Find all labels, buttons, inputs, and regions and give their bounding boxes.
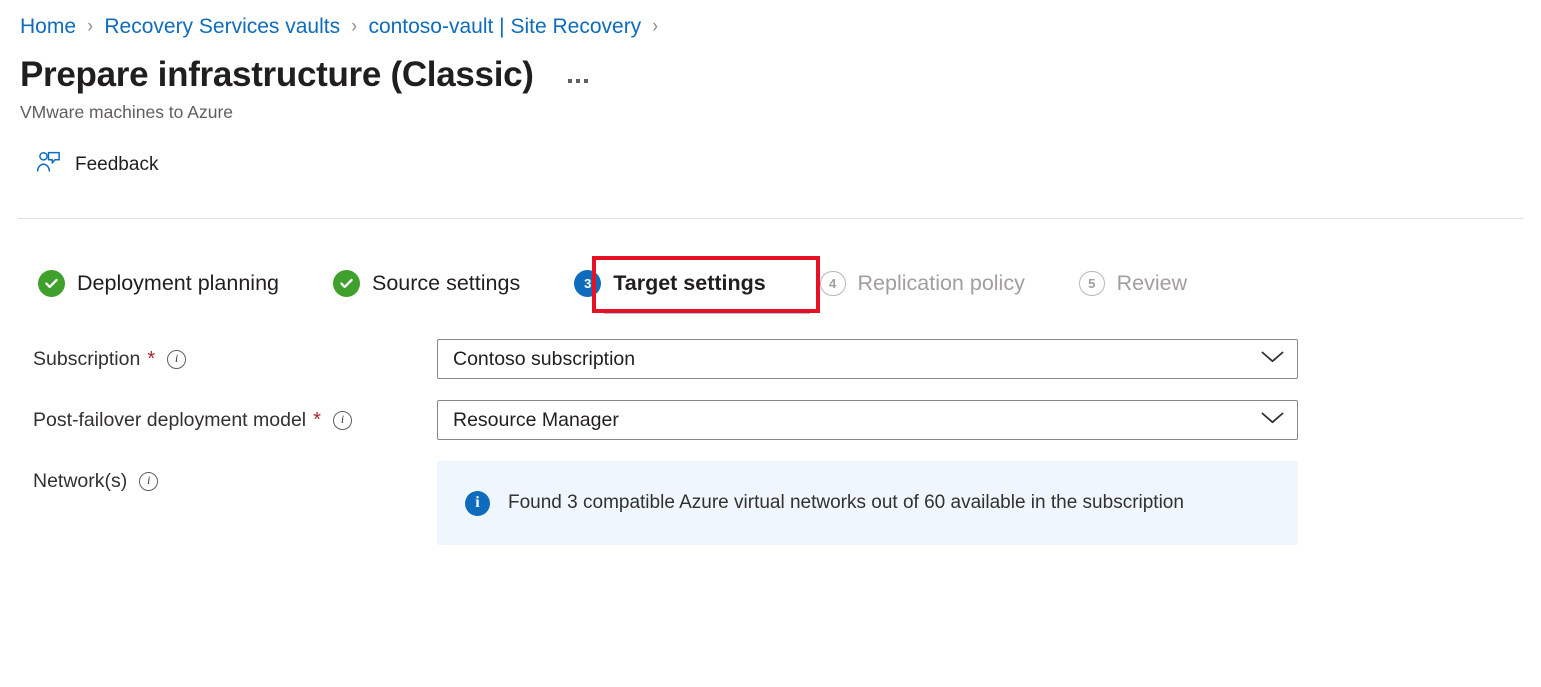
chevron-down-icon [1260, 410, 1285, 430]
subscription-dropdown-value: Contoso subscription [453, 348, 635, 371]
ellipsis-dot [568, 79, 572, 83]
step-number-badge: 3 [574, 270, 601, 297]
step-number-badge: 5 [1079, 271, 1105, 297]
wizard-step-label: Review [1117, 271, 1188, 296]
wizard-step-label: Target settings [613, 271, 766, 296]
feedback-button-label: Feedback [75, 154, 158, 176]
ellipsis-icon[interactable] [564, 75, 592, 87]
command-bar: Feedback [0, 143, 1541, 187]
networks-label: Network(s) [33, 470, 127, 493]
breadcrumb-separator-icon: › [88, 16, 93, 38]
check-circle-icon [38, 270, 65, 297]
wizard-steps: Deployment planning Source settings 3 Ta… [36, 262, 1189, 305]
wizard-step-label: Replication policy [858, 271, 1025, 296]
deployment-model-dropdown-value: Resource Manager [453, 409, 619, 432]
wizard-step-label: Source settings [372, 271, 520, 296]
required-asterisk: * [147, 349, 155, 369]
subscription-label: Subscription [33, 348, 140, 371]
deployment-model-label-group: Post-failover deployment model * i [0, 400, 437, 440]
subscription-label-group: Subscription * i [0, 339, 437, 379]
breadcrumb-separator-icon: › [653, 16, 658, 38]
networks-label-group: Network(s) i [0, 461, 437, 501]
subscription-dropdown[interactable]: Contoso subscription [437, 339, 1298, 379]
chevron-down-icon [1260, 349, 1285, 369]
wizard-step-target-settings[interactable]: 3 Target settings [572, 262, 768, 305]
wizard-step-review[interactable]: 5 Review [1077, 263, 1189, 305]
command-bar-divider [18, 218, 1523, 219]
wizard-step-label: Deployment planning [77, 271, 279, 296]
breadcrumb: Home › Recovery Services vaults › contos… [0, 0, 1541, 44]
page-title-row: Prepare infrastructure (Classic) [0, 44, 1541, 95]
check-circle-icon [333, 270, 360, 297]
page-subtitle: VMware machines to Azure [0, 95, 1541, 123]
feedback-button[interactable]: Feedback [30, 147, 164, 183]
info-outline-icon[interactable]: i [167, 350, 186, 369]
breadcrumb-item-home[interactable]: Home [20, 15, 76, 39]
wizard-step-source-settings[interactable]: Source settings [331, 262, 522, 305]
subscription-row: Subscription * i Contoso subscription [0, 339, 1541, 379]
step-number-badge: 4 [820, 271, 846, 297]
ellipsis-dot [576, 79, 580, 83]
info-outline-icon[interactable]: i [139, 472, 158, 491]
deployment-model-dropdown[interactable]: Resource Manager [437, 400, 1298, 440]
wizard-step-deployment-planning[interactable]: Deployment planning [36, 262, 281, 305]
deployment-model-row: Post-failover deployment model * i Resou… [0, 400, 1541, 440]
networks-info-banner-text: Found 3 compatible Azure virtual network… [508, 492, 1184, 514]
info-outline-icon[interactable]: i [333, 411, 352, 430]
required-asterisk: * [313, 410, 321, 430]
breadcrumb-separator-icon: › [352, 16, 357, 38]
networks-info-banner: i Found 3 compatible Azure virtual netwo… [437, 461, 1298, 545]
active-tab-underline [604, 311, 810, 314]
target-settings-form: Subscription * i Contoso subscription Po… [0, 339, 1541, 566]
networks-row: Network(s) i i Found 3 compatible Azure … [0, 461, 1541, 545]
breadcrumb-item-contoso-vault[interactable]: contoso-vault | Site Recovery [368, 15, 641, 39]
feedback-person-icon [36, 151, 61, 179]
ellipsis-dot [584, 79, 588, 83]
wizard-step-replication-policy[interactable]: 4 Replication policy [818, 263, 1027, 305]
info-filled-icon: i [465, 491, 490, 516]
deployment-model-label: Post-failover deployment model [33, 409, 306, 432]
page-title: Prepare infrastructure (Classic) [20, 56, 534, 95]
breadcrumb-item-recovery-services-vaults[interactable]: Recovery Services vaults [104, 15, 340, 39]
